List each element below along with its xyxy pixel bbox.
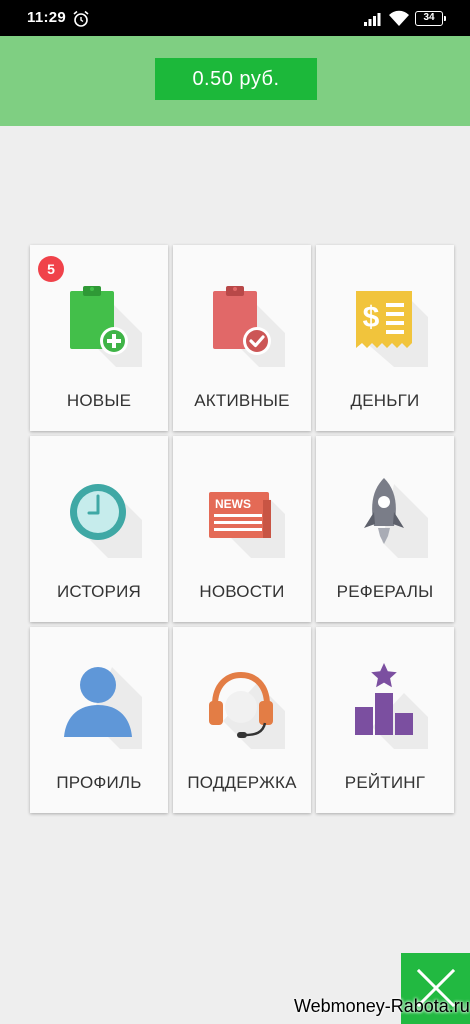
menu-item-history[interactable]: ИСТОРИЯ — [30, 436, 168, 622]
active-tasks-icon — [213, 286, 285, 367]
signal-icon — [364, 13, 381, 26]
menu-item-label: НОВЫЕ — [66, 391, 132, 410]
user-icon — [64, 667, 142, 749]
menu-item-active[interactable]: АКТИВНЫЕ — [173, 245, 311, 431]
podium-icon — [355, 663, 428, 749]
alarm-icon — [73, 10, 89, 27]
menu-item-label: ПОДДЕРЖКА — [187, 773, 297, 792]
menu-grid: 5 НОВЫЕ АКТИВНЫЕ $ ДЕНЬГИ ИСТОРИЯ NEWS Н… — [30, 245, 454, 815]
header: 0.50 руб. — [0, 36, 470, 126]
menu-item-new[interactable]: 5 НОВЫЕ — [30, 245, 168, 431]
new-count-badge: 5 — [38, 256, 64, 282]
news-icon: NEWS — [209, 492, 285, 558]
rocket-icon — [364, 478, 428, 558]
menu-item-support[interactable]: ПОДДЕРЖКА — [173, 627, 311, 813]
balance-button[interactable]: 0.50 руб. — [155, 58, 317, 100]
news-icon-text: NEWS — [215, 497, 251, 511]
status-bar: 11:29 34 — [0, 0, 470, 36]
status-time: 11:29 — [27, 9, 67, 26]
menu-item-referrals[interactable]: РЕФЕРАЛЫ — [316, 436, 454, 622]
menu-item-label: ДЕНЬГИ — [350, 391, 420, 410]
watermark: Webmoney-Rabota.ru — [294, 996, 470, 1016]
menu-item-rating[interactable]: РЕЙТИНГ — [316, 627, 454, 813]
svg-text:$: $ — [363, 301, 380, 334]
wifi-icon — [389, 10, 409, 26]
menu-item-label: РЕЙТИНГ — [344, 773, 426, 792]
menu-item-label: ИСТОРИЯ — [56, 582, 141, 601]
headset-icon — [209, 671, 285, 749]
menu-item-money[interactable]: $ ДЕНЬГИ — [316, 245, 454, 431]
menu-item-label: НОВОСТИ — [199, 582, 285, 601]
menu-item-label: РЕФЕРАЛЫ — [336, 582, 434, 601]
battery-indicator: 34 — [415, 11, 446, 26]
new-tasks-icon — [70, 286, 142, 367]
menu-item-label: ПРОФИЛЬ — [56, 773, 142, 792]
menu-item-profile[interactable]: ПРОФИЛЬ — [30, 627, 168, 813]
money-icon: $ — [356, 291, 428, 367]
menu-item-news[interactable]: NEWS НОВОСТИ — [173, 436, 311, 622]
clock-icon — [70, 484, 142, 558]
menu-item-label: АКТИВНЫЕ — [194, 391, 290, 410]
